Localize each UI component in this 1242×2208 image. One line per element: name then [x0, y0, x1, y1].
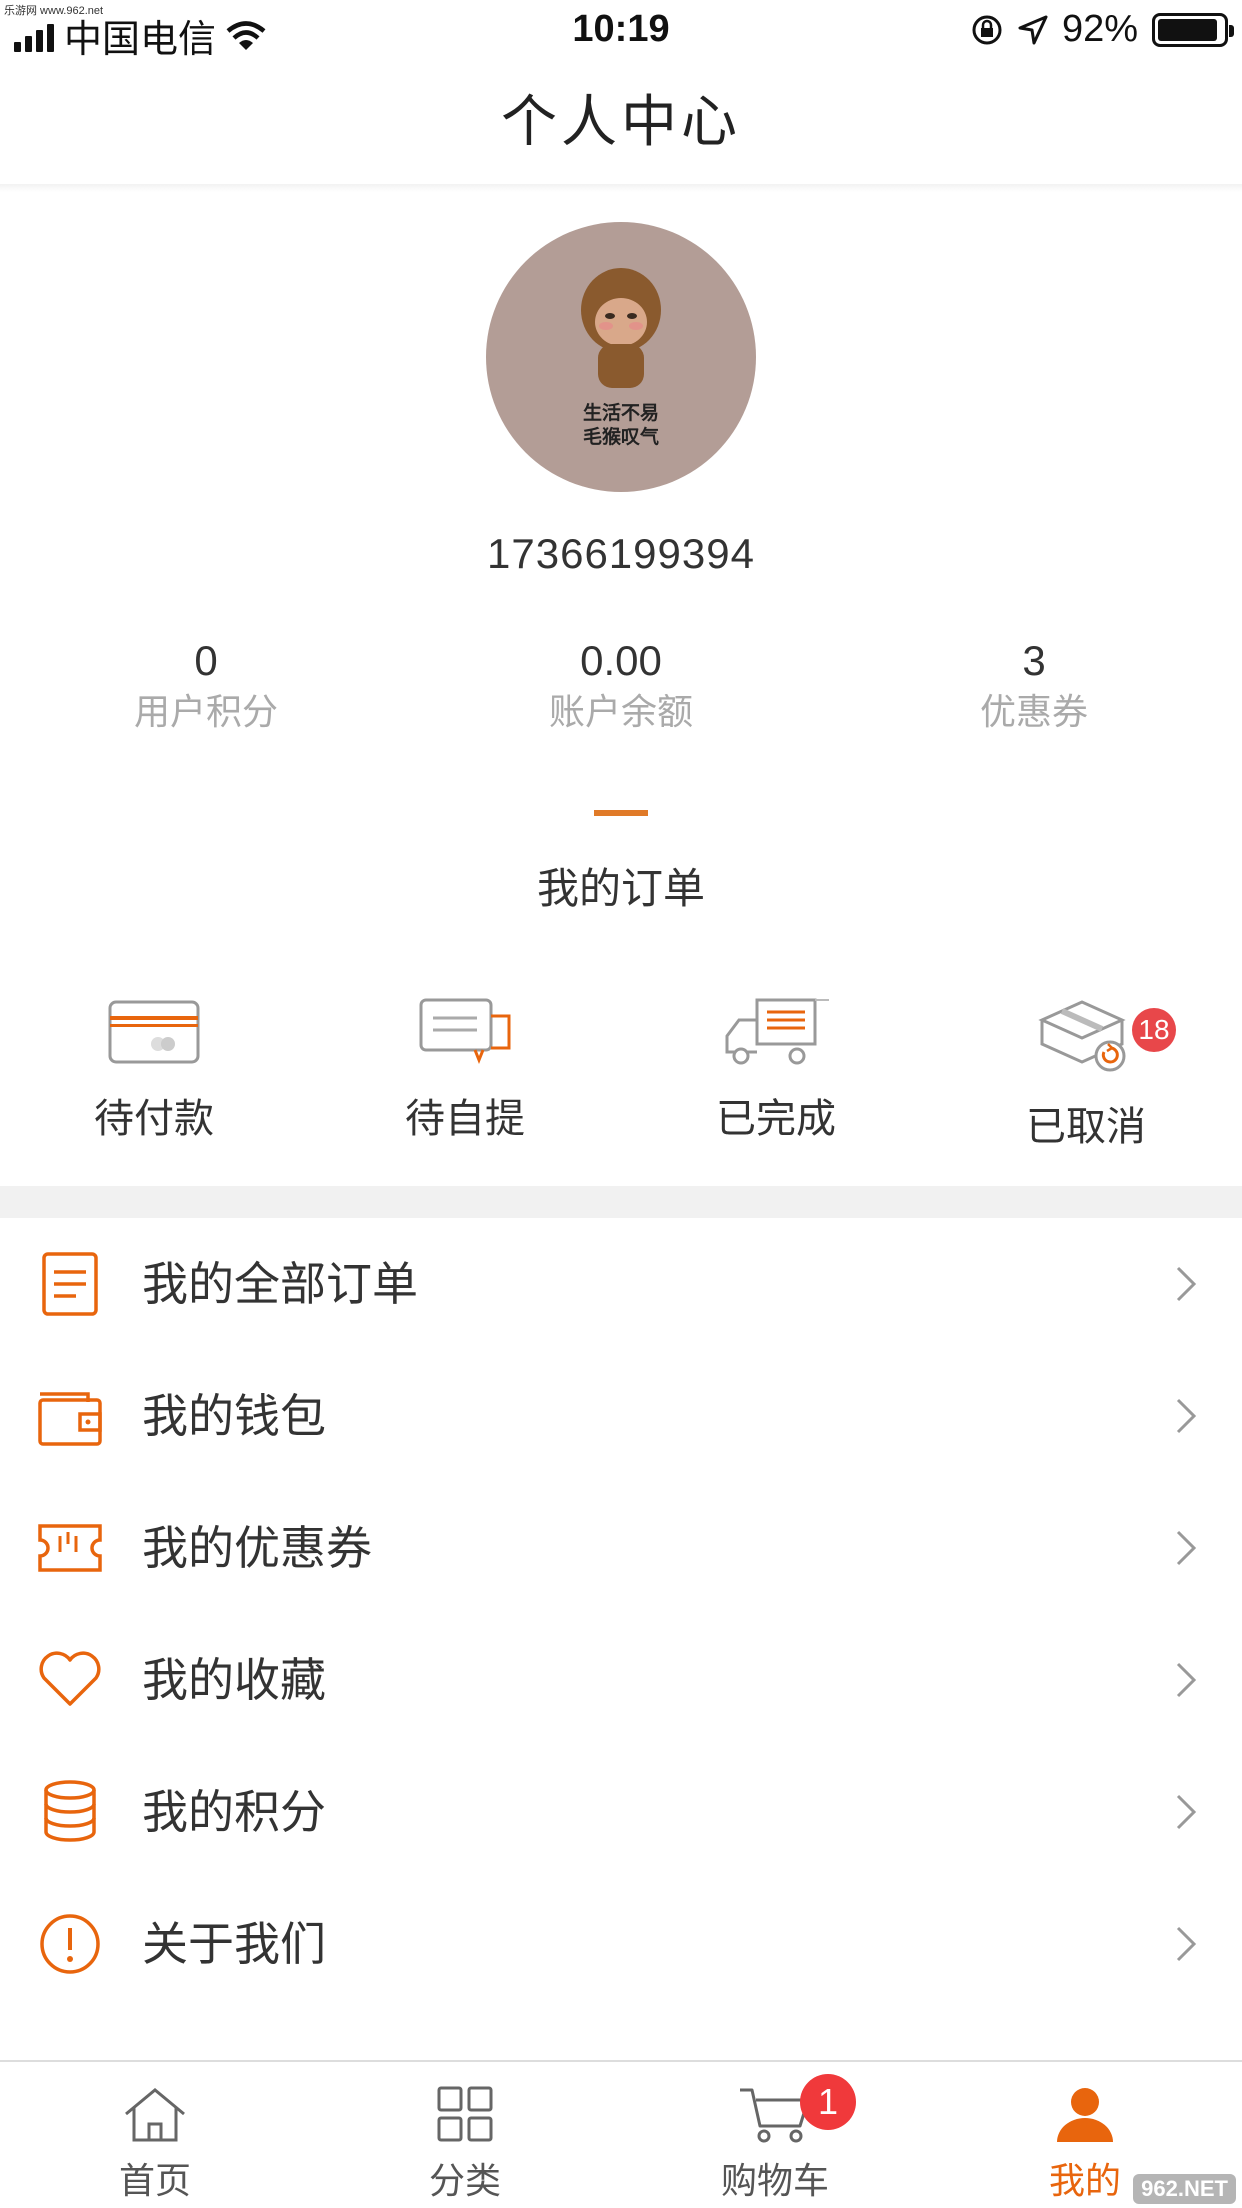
tab-home[interactable]: 首页: [0, 2062, 310, 2208]
stat-value: 0: [194, 637, 218, 684]
page-title: 个人中心: [501, 90, 741, 153]
stat-coupons[interactable]: 3 优惠券: [884, 636, 1184, 738]
tab-label: 分类: [428, 2160, 501, 2201]
tab-category[interactable]: 分类: [310, 2062, 620, 2208]
menu-item-about-us[interactable]: 关于我们: [0, 1878, 1242, 2010]
stat-label: 账户余额: [548, 691, 693, 732]
chat-icon: [419, 998, 511, 1065]
stat-balance[interactable]: 0.00 账户余额: [471, 636, 771, 738]
menu-item-all-orders[interactable]: 我的全部订单: [0, 1218, 1242, 1350]
box-icon: [1038, 1000, 1126, 1072]
order-status-label: 已完成: [716, 1097, 836, 1141]
info-icon: [40, 1914, 100, 1974]
orders-section-title: 我的订单: [536, 865, 705, 912]
tab-label: 购物车: [720, 2160, 829, 2201]
order-pending-payment[interactable]: 待付款: [24, 996, 284, 1144]
menu-item-wallet[interactable]: 我的钱包: [0, 1350, 1242, 1482]
stat-value: 0.00: [580, 637, 662, 684]
avatar[interactable]: 生活不易 毛猴叹气: [486, 222, 756, 492]
stat-value: 3: [1022, 637, 1046, 684]
coins-icon: [44, 1780, 96, 1842]
grid-icon: [437, 2086, 493, 2142]
battery-icon: [1152, 12, 1234, 47]
user-phone: 17366199394: [487, 530, 755, 577]
truck-icon: [725, 998, 829, 1065]
stat-points[interactable]: 0 用户积分: [56, 636, 356, 738]
document-icon: [42, 1252, 98, 1316]
chevron-right-icon: [1176, 1530, 1197, 1566]
order-pending-pickup[interactable]: 待自提: [335, 996, 595, 1144]
section-divider: [0, 1186, 1242, 1218]
home-icon: [125, 2088, 185, 2142]
monkey-avatar-image: [581, 268, 661, 388]
heart-icon: [39, 1651, 101, 1706]
order-status-label: 待付款: [94, 1097, 214, 1141]
menu-item-label: 关于我们: [142, 1918, 326, 1970]
tab-label: 首页: [118, 2160, 191, 2201]
nav-divider: [0, 184, 1242, 192]
avatar-caption-line2: 毛猴叹气: [582, 427, 659, 448]
menu-list: 我的全部订单 我的钱包 我的优惠券 我的收藏 我的积分 关于我们: [0, 1218, 1242, 2010]
order-status-label: 待自提: [405, 1097, 525, 1141]
stat-label: 用户积分: [133, 691, 278, 732]
cancelled-count-badge: 18: [1132, 1008, 1176, 1052]
chevron-right-icon: [1176, 1266, 1197, 1302]
menu-item-label: 我的收藏: [142, 1654, 326, 1706]
chevron-right-icon: [1176, 1662, 1197, 1698]
nav-bar: 个人中心: [0, 60, 1242, 184]
rotation-lock-icon: [972, 15, 1002, 44]
chevron-right-icon: [1176, 1794, 1197, 1830]
card-icon: [108, 1000, 200, 1064]
watermark-logo: 962.NET: [1133, 2174, 1236, 2204]
battery-percent: 92%: [1061, 8, 1138, 50]
menu-item-label: 我的钱包: [142, 1390, 326, 1442]
order-cancelled[interactable]: 已取消: [956, 996, 1216, 1152]
status-bar: 乐游网 www.962.net 中国电信 10:19 92%: [0, 0, 1242, 61]
tab-cart[interactable]: 购物车: [620, 2062, 930, 2208]
tab-bar: 首页 分类 购物车 我的 1 962.NET: [0, 2060, 1242, 2208]
menu-item-points[interactable]: 我的积分: [0, 1746, 1242, 1878]
ticket-icon: [38, 1524, 102, 1572]
chevron-right-icon: [1176, 1926, 1197, 1962]
menu-item-label: 我的积分: [142, 1786, 326, 1838]
chevron-right-icon: [1176, 1398, 1197, 1434]
cart-count-badge: 1: [800, 2074, 856, 2130]
menu-item-label: 我的优惠券: [142, 1522, 372, 1574]
location-icon: [1018, 15, 1048, 44]
stat-label: 优惠券: [979, 691, 1088, 732]
menu-item-coupons[interactable]: 我的优惠券: [0, 1482, 1242, 1614]
order-status-label: 已取消: [1026, 1105, 1146, 1149]
user-icon: [1057, 2088, 1113, 2142]
wallet-icon: [38, 1392, 102, 1446]
order-completed[interactable]: 已完成: [646, 996, 906, 1144]
menu-item-label: 我的全部订单: [142, 1258, 418, 1310]
section-accent-bar: [594, 810, 648, 816]
menu-item-favorites[interactable]: 我的收藏: [0, 1614, 1242, 1746]
avatar-caption-line1: 生活不易: [582, 403, 659, 424]
